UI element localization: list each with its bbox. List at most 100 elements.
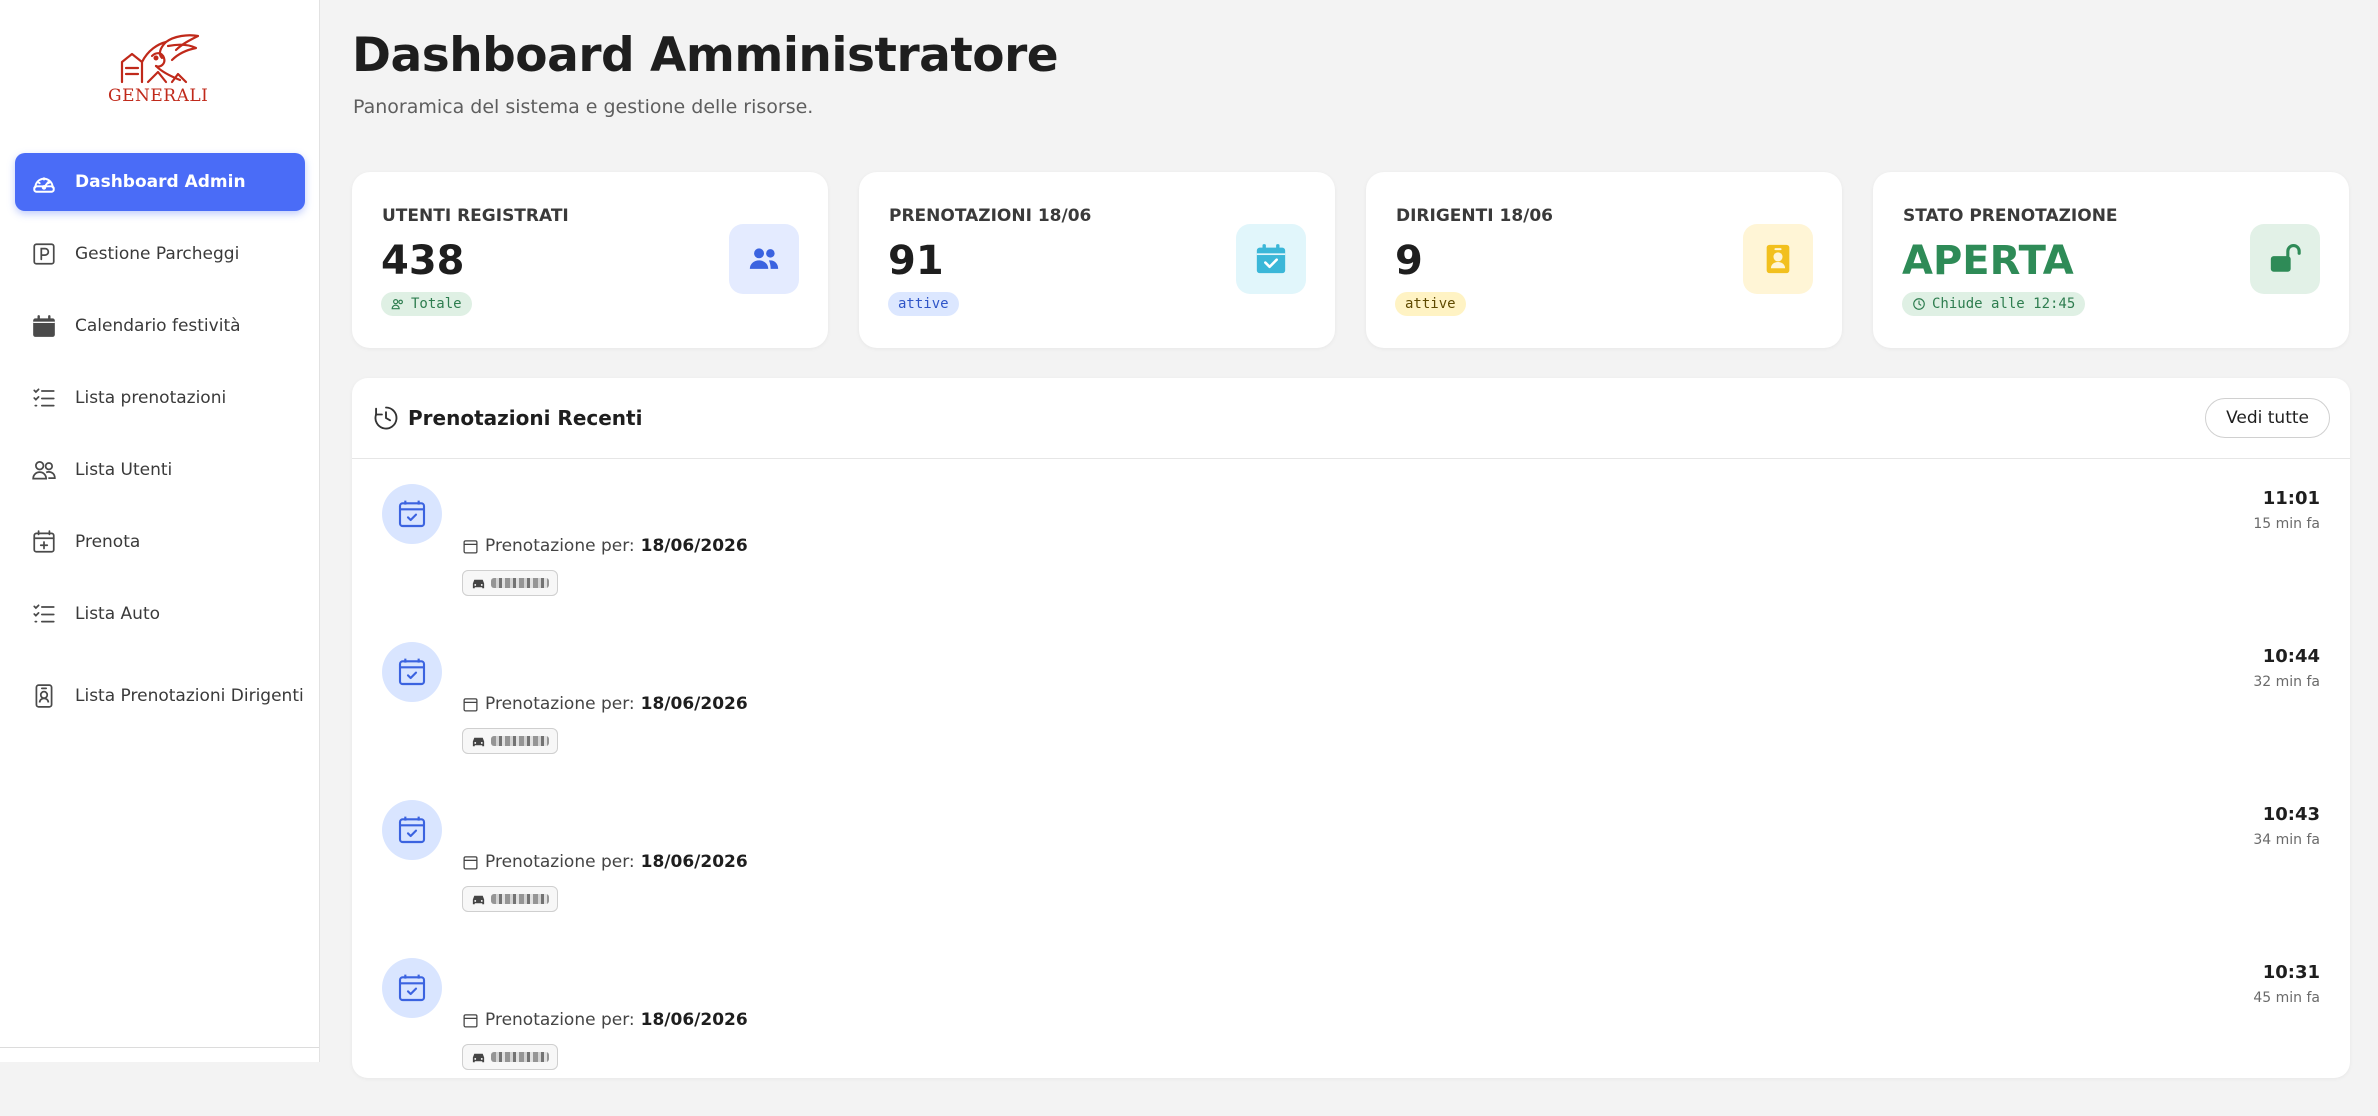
clock-history-icon bbox=[374, 406, 398, 430]
sidebar-nav: Dashboard Admin Gestione Parcheggi Calen… bbox=[15, 153, 305, 749]
sidebar-item-lista-auto[interactable]: Lista Auto bbox=[15, 585, 305, 643]
status-badge: Totale bbox=[381, 292, 472, 316]
speedometer-icon bbox=[31, 169, 57, 195]
sidebar-item-label: Lista Prenotazioni Dirigenti bbox=[75, 685, 304, 706]
car-icon bbox=[472, 895, 485, 904]
card-value: 91 bbox=[888, 238, 944, 284]
license-plate-badge bbox=[462, 1044, 558, 1070]
license-plate-badge bbox=[462, 886, 558, 912]
car-icon bbox=[472, 579, 485, 588]
calendar-check-icon bbox=[382, 800, 442, 860]
sidebar-divider bbox=[0, 1047, 319, 1048]
sidebar-item-label: Calendario festività bbox=[75, 315, 241, 336]
calendar-icon bbox=[463, 1013, 478, 1028]
sidebar-item-lista-prenotazioni[interactable]: Lista prenotazioni bbox=[15, 369, 305, 427]
calendar-icon bbox=[31, 313, 57, 339]
lion-icon bbox=[120, 34, 200, 84]
people-icon bbox=[729, 224, 799, 294]
booking-time: 10:44 bbox=[2262, 646, 2320, 667]
booking-label: Prenotazione per: bbox=[485, 852, 635, 872]
view-all-button[interactable]: Vedi tutte bbox=[2205, 398, 2330, 438]
sidebar-item-lista-prenotazioni-dirigenti[interactable]: Lista Prenotazioni Dirigenti bbox=[15, 657, 305, 735]
clock-icon bbox=[1913, 298, 1925, 310]
card-label: UTENTI REGISTRATI bbox=[382, 206, 569, 226]
card-stato-prenotazione: STATO PRENOTAZIONE APERTA Chiude alle 12… bbox=[1873, 172, 2349, 348]
list-item[interactable]: Prenotazione per: 18/06/2026 10:44 32 mi… bbox=[352, 642, 2350, 800]
card-label: STATO PRENOTAZIONE bbox=[1903, 206, 2118, 226]
sidebar-item-label: Prenota bbox=[75, 531, 141, 552]
card-value: APERTA bbox=[1902, 238, 2074, 284]
panel-header: Prenotazioni Recenti Vedi tutte bbox=[352, 378, 2350, 459]
sidebar-item-label: Gestione Parcheggi bbox=[75, 243, 240, 264]
car-icon bbox=[472, 737, 485, 746]
booking-date: 18/06/2026 bbox=[640, 1010, 748, 1030]
calendar-plus-icon bbox=[31, 529, 57, 555]
card-prenotazioni: PRENOTAZIONI 18/06 91 attive bbox=[859, 172, 1335, 348]
booking-date-line: Prenotazione per: 18/06/2026 bbox=[462, 852, 748, 872]
booking-label: Prenotazione per: bbox=[485, 536, 635, 556]
booking-time: 10:31 bbox=[2262, 962, 2320, 983]
card-utenti-registrati: UTENTI REGISTRATI 438 Totale bbox=[352, 172, 828, 348]
redacted-plate bbox=[491, 578, 549, 588]
calendar-icon bbox=[463, 855, 478, 870]
booking-ago: 32 min fa bbox=[2253, 674, 2320, 690]
card-dirigenti: DIRIGENTI 18/06 9 attive bbox=[1366, 172, 1842, 348]
booking-ago: 15 min fa bbox=[2253, 516, 2320, 532]
booking-date-line: Prenotazione per: 18/06/2026 bbox=[462, 1010, 748, 1030]
booking-date: 18/06/2026 bbox=[640, 852, 748, 872]
list-check-icon bbox=[31, 601, 57, 627]
sidebar-item-gestione-parcheggi[interactable]: Gestione Parcheggi bbox=[15, 225, 305, 283]
badge-text: Chiude alle 12:45 bbox=[1932, 296, 2076, 312]
booking-date-line: Prenotazione per: 18/06/2026 bbox=[462, 694, 748, 714]
calendar-icon bbox=[463, 697, 478, 712]
calendar-check-icon bbox=[382, 484, 442, 544]
booking-ago: 34 min fa bbox=[2253, 832, 2320, 848]
sidebar-item-label: Lista prenotazioni bbox=[75, 387, 227, 408]
badge-text: Totale bbox=[411, 296, 462, 312]
unlock-icon bbox=[2250, 224, 2320, 294]
booking-label: Prenotazione per: bbox=[485, 694, 635, 714]
sidebar-item-label: Lista Utenti bbox=[75, 459, 173, 480]
list-check-icon bbox=[31, 385, 57, 411]
booking-date-line: Prenotazione per: 18/06/2026 bbox=[462, 536, 748, 556]
panel-title: Prenotazioni Recenti bbox=[408, 406, 643, 430]
logo-text: GENERALI bbox=[108, 86, 209, 106]
calendar-check-icon bbox=[1236, 224, 1306, 294]
card-label: PRENOTAZIONI 18/06 bbox=[889, 206, 1092, 226]
users-icon bbox=[391, 299, 403, 310]
page-subtitle: Panoramica del sistema e gestione delle … bbox=[353, 96, 814, 118]
booking-time: 10:43 bbox=[2262, 804, 2320, 825]
sidebar-item-calendario-festivita[interactable]: Calendario festività bbox=[15, 297, 305, 355]
list-item[interactable]: Prenotazione per: 18/06/2026 10:31 45 mi… bbox=[352, 958, 2350, 1116]
sidebar-item-label: Dashboard Admin bbox=[75, 171, 246, 192]
booking-time: 11:01 bbox=[2262, 488, 2320, 509]
sidebar-item-lista-utenti[interactable]: Lista Utenti bbox=[15, 441, 305, 499]
sidebar-item-prenota[interactable]: Prenota bbox=[15, 513, 305, 571]
card-value: 438 bbox=[381, 238, 465, 284]
person-badge-icon bbox=[1743, 224, 1813, 294]
list-item[interactable]: Prenotazione per: 18/06/2026 10:43 34 mi… bbox=[352, 800, 2350, 958]
redacted-plate bbox=[491, 894, 549, 904]
users-icon bbox=[31, 457, 57, 483]
calendar-check-icon bbox=[382, 958, 442, 1018]
booking-ago: 45 min fa bbox=[2253, 990, 2320, 1006]
license-plate-badge bbox=[462, 570, 558, 596]
card-label: DIRIGENTI 18/06 bbox=[1396, 206, 1554, 226]
page-title: Dashboard Amministratore bbox=[352, 28, 1059, 83]
list-item[interactable]: Prenotazione per: 18/06/2026 11:01 15 mi… bbox=[352, 484, 2350, 642]
redacted-plate bbox=[491, 1052, 549, 1062]
booking-date: 18/06/2026 bbox=[640, 536, 748, 556]
calendar-check-icon bbox=[382, 642, 442, 702]
person-badge-icon bbox=[31, 683, 57, 709]
status-badge: Chiude alle 12:45 bbox=[1902, 292, 2086, 316]
license-plate-badge bbox=[462, 728, 558, 754]
booking-date: 18/06/2026 bbox=[640, 694, 748, 714]
calendar-icon bbox=[463, 539, 478, 554]
recent-bookings-panel: Prenotazioni Recenti Vedi tutte Prenotaz… bbox=[352, 378, 2350, 1078]
status-badge: attive bbox=[1395, 292, 1466, 316]
sidebar: GENERALI Dashboard Admin Gestione Parche… bbox=[0, 0, 320, 1062]
badge-text: attive bbox=[1405, 296, 1456, 312]
booking-label: Prenotazione per: bbox=[485, 1010, 635, 1030]
sidebar-item-dashboard-admin[interactable]: Dashboard Admin bbox=[15, 153, 305, 211]
generali-logo[interactable]: GENERALI bbox=[108, 32, 209, 112]
